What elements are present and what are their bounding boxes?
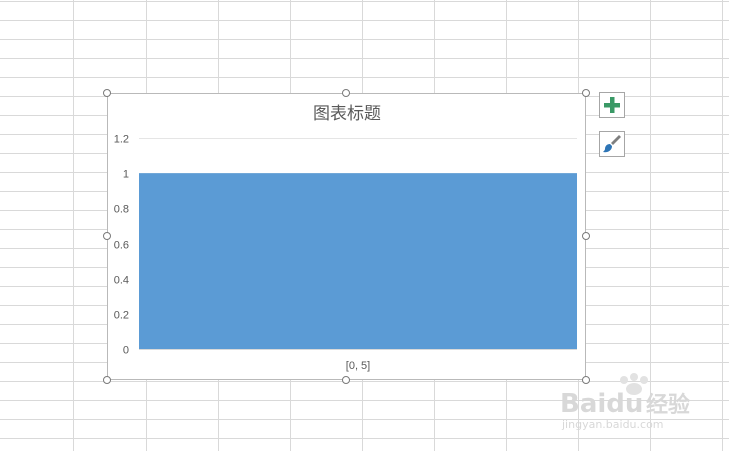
bar[interactable] [139,173,577,349]
chart-styles-button[interactable] [599,131,625,157]
y-axis-labels: 0 0.2 0.4 0.6 0.8 1 1.2 [114,134,129,357]
resize-handle-top-center[interactable] [342,89,350,97]
plus-icon [604,97,620,113]
y-tick-label: 1 [123,169,129,181]
resize-handle-top-left[interactable] [103,89,111,97]
y-tick-label: 0.2 [114,310,129,322]
chart-title[interactable]: 图表标题 [313,104,381,124]
resize-handle-bottom-left[interactable] [103,376,111,384]
x-axis-labels: [0, 5] [346,360,370,372]
x-tick-label: [0, 5] [346,360,370,372]
resize-handle-top-right[interactable] [582,89,590,97]
chart-area[interactable]: 图表标题 0 0.2 0.4 0.6 0.8 1 1.2 [0, 5] [107,93,586,380]
y-tick-label: 1.2 [114,134,129,146]
y-tick-label: 0.6 [114,240,129,252]
chart-plot: 图表标题 0 0.2 0.4 0.6 0.8 1 1.2 [0, 5] [114,104,577,372]
y-tick-label: 0 [123,345,129,357]
resize-handle-middle-left[interactable] [103,232,111,240]
chart-elements-button[interactable] [599,92,625,118]
resize-handle-middle-right[interactable] [582,232,590,240]
resize-handle-bottom-right[interactable] [582,376,590,384]
y-tick-label: 0.8 [114,204,129,216]
paw-logo-icon [620,373,648,395]
watermark-sub: 经验 [646,392,690,418]
watermark-brand: Baidu [560,389,643,419]
paintbrush-icon [603,135,621,153]
y-tick-label: 0.4 [114,275,129,287]
bars [139,173,577,349]
resize-handle-bottom-center[interactable] [342,376,350,384]
watermark-url: jingyan.baidu.com [561,418,664,431]
